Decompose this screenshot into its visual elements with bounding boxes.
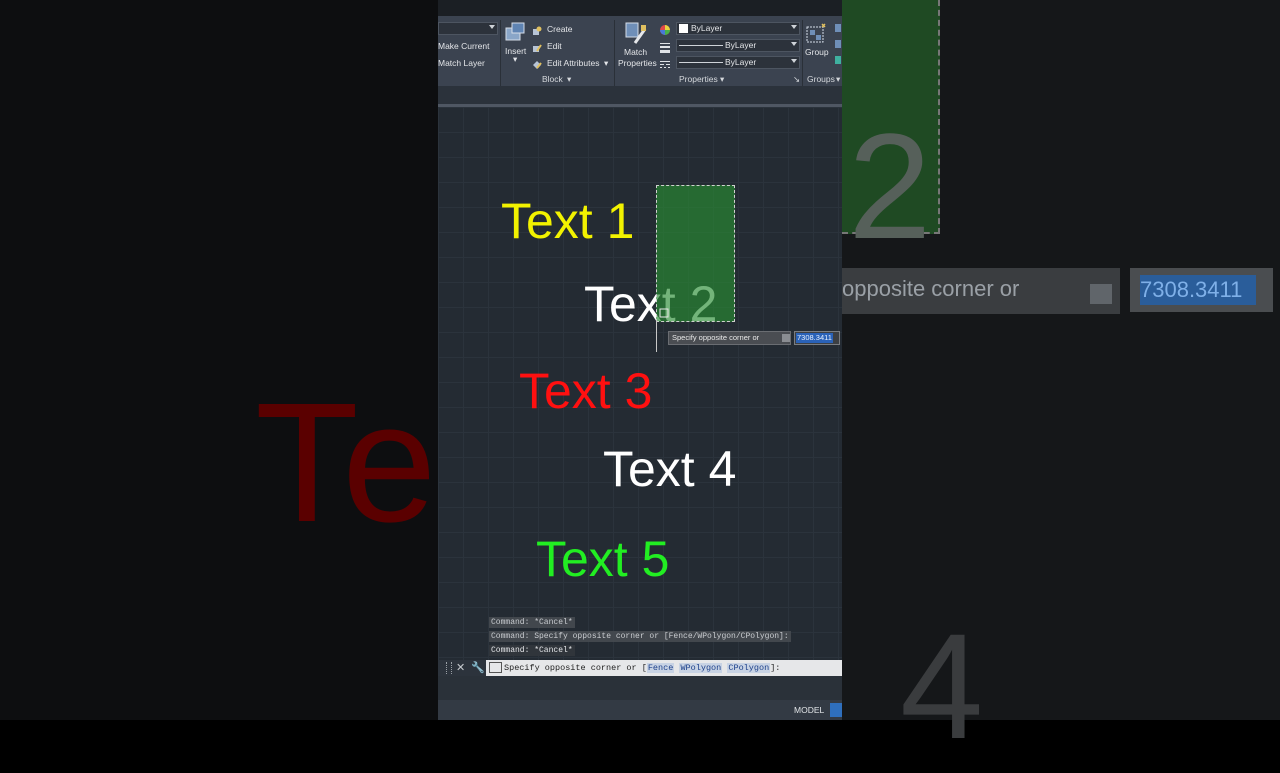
linetype-sample <box>679 62 723 63</box>
edit-block-button[interactable]: Edit <box>547 41 562 51</box>
groups-panel-expand-icon[interactable]: ▾ <box>836 74 840 85</box>
lineweight-sample <box>679 45 723 46</box>
color-wheel-icon <box>659 23 671 35</box>
crosshair-cursor <box>656 320 657 352</box>
properties-panel-title[interactable]: Properties <box>679 74 718 84</box>
command-prompt-icon <box>489 662 502 674</box>
linetype-dropdown-value: ByLayer <box>725 57 757 67</box>
edit-attributes-dropdown-icon[interactable]: ▾ <box>604 58 608 69</box>
match-properties-icon[interactable] <box>625 21 647 45</box>
option-cpolygon[interactable]: CPolygon <box>727 663 771 673</box>
lineweight-dropdown-value: ByLayer <box>725 40 757 50</box>
layer-dropdown[interactable] <box>438 22 498 35</box>
coordinate-input[interactable]: 7308.3411 <box>794 331 840 345</box>
group-icon[interactable] <box>805 22 829 44</box>
command-line-input[interactable]: Specify opposite corner or [Fence WPolyg… <box>486 660 842 676</box>
backdrop-download-icon <box>1090 284 1112 304</box>
backdrop-prompt-text: opposite corner or <box>842 276 1020 301</box>
selection-window <box>656 185 735 322</box>
insert-dropdown-icon[interactable]: ▾ <box>513 54 517 65</box>
backdrop-digit-four: 4 <box>900 602 984 770</box>
text-object-1[interactable]: Text 1 <box>501 196 634 246</box>
groups-panel-title[interactable]: Groups <box>807 74 835 84</box>
text-object-5[interactable]: Text 5 <box>536 534 669 584</box>
left-backdrop: Te <box>0 0 438 720</box>
properties-panel-launcher-icon[interactable]: ↘ <box>793 74 800 85</box>
group-button[interactable]: Group <box>805 47 829 57</box>
customize-wrench-icon[interactable]: 🔧 <box>471 661 485 674</box>
color-swatch-icon <box>679 24 688 33</box>
group-tools-icons[interactable] <box>834 23 842 67</box>
backdrop-digit-two: 2 <box>848 102 932 270</box>
command-history-line: Command: *Cancel* <box>489 617 575 628</box>
text-object-4[interactable]: Text 4 <box>603 444 736 494</box>
status-bar: MODEL <box>438 700 842 720</box>
command-line-controls: ✕ 🔧 <box>438 660 486 676</box>
command-prompt-prefix: Specify opposite corner or [ <box>504 663 647 673</box>
color-dropdown-value: ByLayer <box>691 23 723 33</box>
edit-block-icon <box>532 40 542 52</box>
ribbon: Make Current Match Layer Insert ▾ Create… <box>438 16 842 100</box>
lineweight-icon <box>659 40 671 53</box>
backdrop-text: Te <box>255 368 438 558</box>
match-properties-label-line2[interactable]: Properties <box>618 58 657 68</box>
dynamic-input-prompt-text: Specify opposite corner or <box>672 333 760 342</box>
option-wpolygon[interactable]: WPolygon <box>679 663 723 673</box>
command-line-grip-icon[interactable] <box>446 662 452 674</box>
file-tabs-bar <box>438 86 842 104</box>
options-download-icon[interactable] <box>782 334 790 342</box>
cad-window: Make Current Match Layer Insert ▾ Create… <box>438 0 842 720</box>
backdrop-input-value: 7308.3411 <box>1140 275 1256 305</box>
create-block-button[interactable]: Create <box>547 24 573 34</box>
create-block-icon <box>532 23 542 35</box>
layout-tabs-bar <box>438 676 842 700</box>
match-layer-button[interactable]: Match Layer <box>438 58 485 68</box>
close-icon[interactable]: ✕ <box>456 661 465 674</box>
properties-panel-expand-icon[interactable]: ▾ <box>720 74 724 85</box>
block-panel-expand-icon[interactable]: ▾ <box>567 74 571 85</box>
model-space-button[interactable]: MODEL <box>794 700 824 720</box>
command-prompt-suffix: ]: <box>770 663 781 673</box>
block-panel-title[interactable]: Block <box>542 74 563 84</box>
text-object-3[interactable]: Text 3 <box>519 366 652 416</box>
ribbon-tabs-strip <box>438 0 842 16</box>
command-history-line: Command: Specify opposite corner or [Fen… <box>489 631 791 642</box>
edit-attributes-icon <box>532 57 542 69</box>
insert-icon[interactable] <box>504 22 526 42</box>
match-properties-label-line1[interactable]: Match <box>624 47 647 57</box>
lineweight-dropdown[interactable]: ByLayer <box>676 39 800 52</box>
coordinate-value[interactable]: 7308.3411 <box>796 333 833 343</box>
option-fence[interactable]: Fence <box>646 663 675 673</box>
linetype-icon <box>659 57 671 69</box>
grid-display-icon[interactable] <box>830 703 842 717</box>
make-current-button[interactable]: Make Current <box>438 41 490 51</box>
command-history-line: Command: *Cancel* <box>489 645 575 656</box>
linetype-dropdown[interactable]: ByLayer <box>676 56 800 69</box>
color-dropdown[interactable]: ByLayer <box>676 22 800 35</box>
pickbox-cursor-icon <box>659 305 669 318</box>
edit-attributes-button[interactable]: Edit Attributes <box>547 58 599 68</box>
dynamic-input-prompt: Specify opposite corner or <box>668 331 791 345</box>
